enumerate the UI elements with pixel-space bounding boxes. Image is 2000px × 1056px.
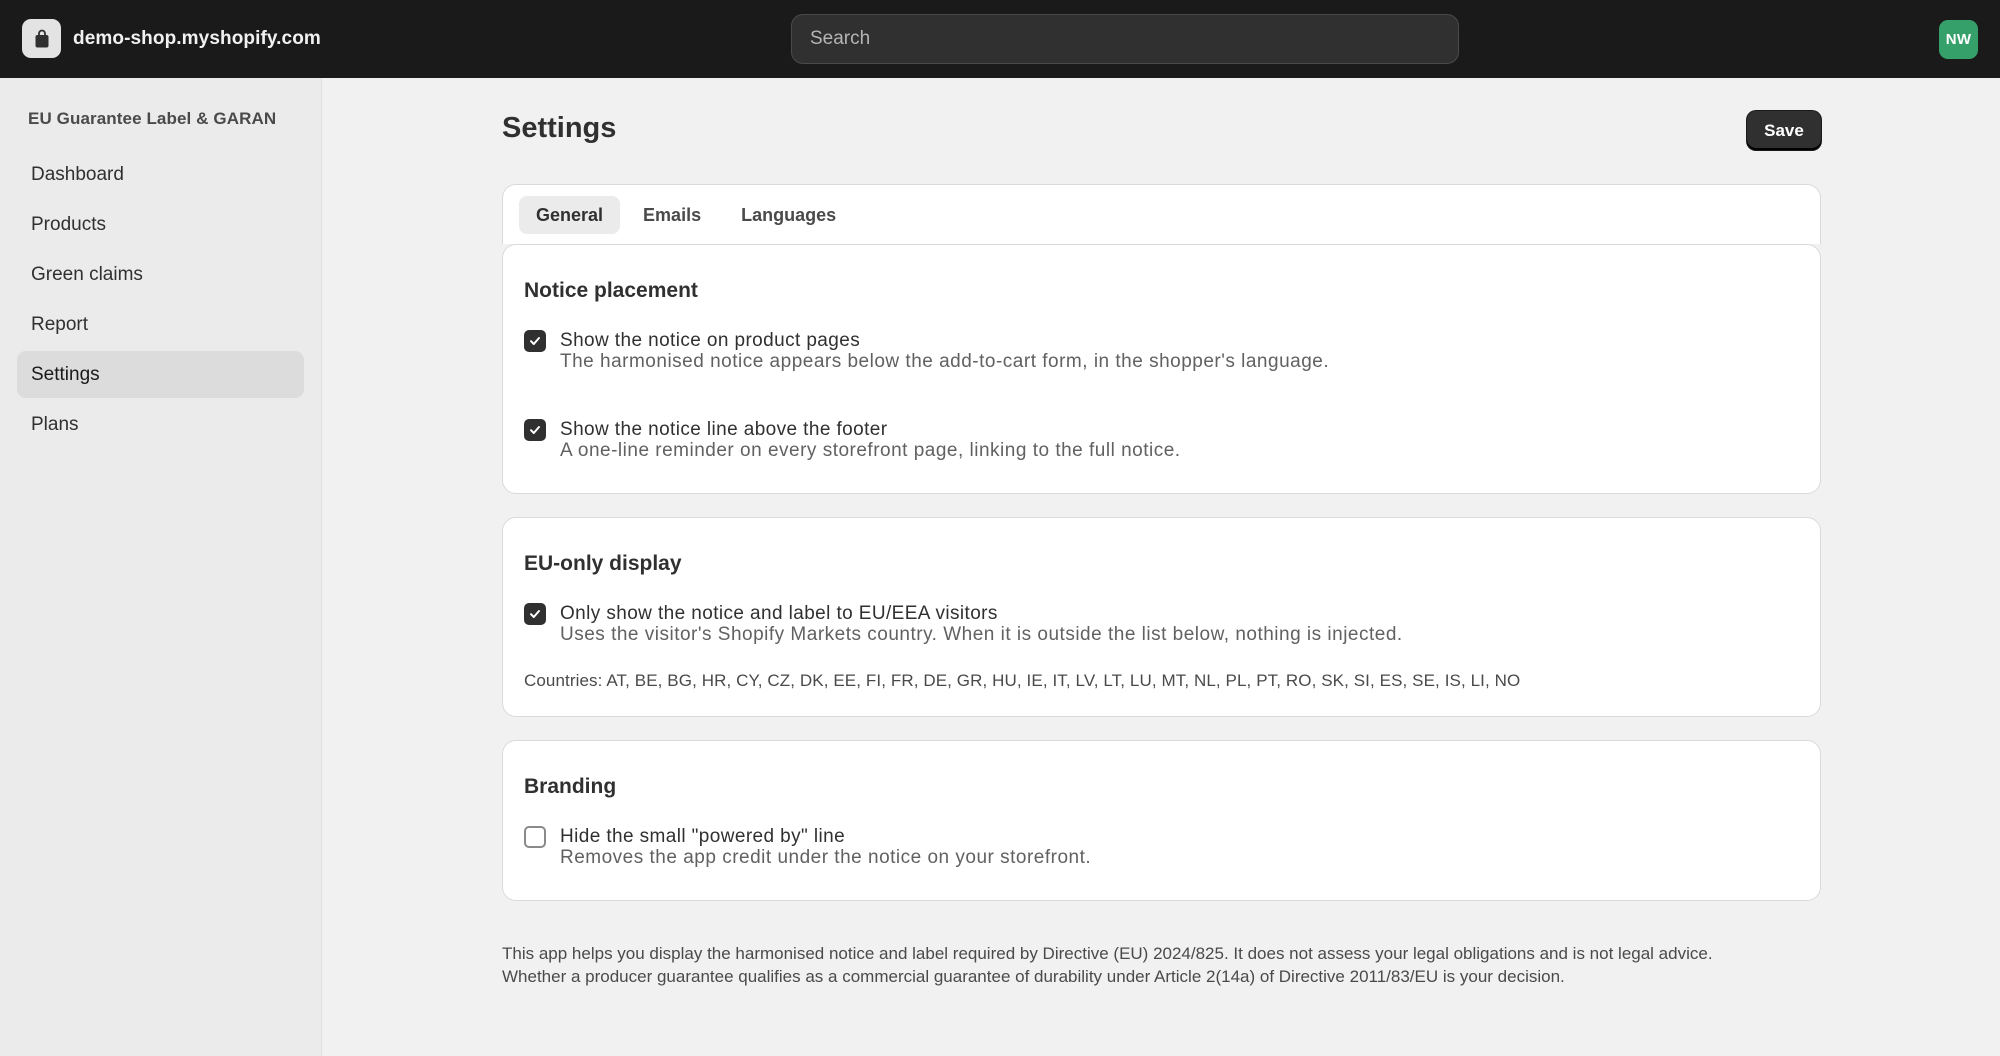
legal-disclaimer: This app helps you display the harmonise… — [502, 942, 1842, 988]
shopping-bag-icon — [22, 19, 61, 58]
tab-emails[interactable]: Emails — [626, 196, 718, 234]
section-title: Notice placement — [524, 279, 698, 302]
save-button[interactable]: Save — [1747, 111, 1821, 150]
option-row[interactable]: Show the notice line above the footer — [524, 419, 887, 441]
option-label: Show the notice line above the footer — [560, 419, 888, 440]
section-title: EU-only display — [524, 552, 682, 575]
store-switcher[interactable]: demo-shop.myshopify.com — [22, 19, 321, 58]
search-bar[interactable] — [791, 14, 1459, 64]
option-label: Hide the small "powered by" line — [560, 826, 846, 847]
disclaimer-line: Whether a producer guarantee qualifies a… — [502, 967, 1565, 986]
sidebar-item-label: Plans — [31, 413, 79, 435]
option-label: Show the notice on product pages — [560, 330, 861, 351]
notice-placement-card: Notice placement Show the notice on prod… — [502, 244, 1821, 494]
sidebar-item-label: Green claims — [31, 263, 143, 285]
page-title: Settings — [502, 112, 617, 144]
sidebar-nav: Dashboard Products Green claims Report S… — [17, 151, 304, 451]
sidebar-item-dashboard[interactable]: Dashboard — [17, 151, 304, 198]
sidebar-item-green-claims[interactable]: Green claims — [17, 251, 304, 298]
tab-languages[interactable]: Languages — [724, 196, 853, 234]
tab-bar: General Emails Languages — [519, 196, 859, 234]
checkmark-icon — [530, 610, 540, 618]
checkbox-unchecked[interactable] — [524, 826, 546, 848]
option-row[interactable]: Only show the notice and label to EU/EEA… — [524, 603, 998, 625]
search-input[interactable] — [810, 28, 1458, 50]
avatar[interactable]: NW — [1939, 20, 1978, 59]
checkbox-checked[interactable] — [524, 419, 546, 441]
sidebar-item-plans[interactable]: Plans — [17, 401, 304, 448]
sidebar-item-label: Settings — [31, 363, 100, 385]
top-bar: demo-shop.myshopify.com NW — [0, 0, 2000, 78]
checkmark-icon — [530, 337, 540, 345]
sidebar-item-label: Report — [31, 313, 89, 335]
option-row[interactable]: Hide the small "powered by" line — [524, 826, 845, 848]
option-label: Only show the notice and label to EU/EEA… — [560, 603, 998, 624]
section-title: Branding — [524, 775, 617, 798]
checkmark-icon — [530, 426, 540, 434]
store-name: demo-shop.myshopify.com — [73, 27, 321, 49]
countries-list: Countries: AT, BE, BG, HR, CY, CZ, DK, E… — [524, 671, 1521, 690]
sidebar-item-settings[interactable]: Settings — [17, 351, 304, 398]
sidebar-item-label: Products — [31, 213, 106, 235]
sidebar-item-products[interactable]: Products — [17, 201, 304, 248]
app-name: EU Guarantee Label & GARAN — [28, 109, 277, 128]
sidebar: EU Guarantee Label & GARAN Dashboard Pro… — [0, 78, 322, 1056]
checkbox-checked[interactable] — [524, 603, 546, 625]
option-help: Removes the app credit under the notice … — [560, 847, 1092, 868]
eu-only-card: EU-only display Only show the notice and… — [502, 517, 1821, 717]
option-help: The harmonised notice appears below the … — [560, 351, 1330, 372]
tab-general[interactable]: General — [519, 196, 621, 234]
sidebar-item-label: Dashboard — [31, 163, 124, 185]
option-help: A one-line reminder on every storefront … — [560, 440, 1181, 461]
disclaimer-line: This app helps you display the harmonise… — [502, 944, 1713, 963]
checkbox-checked[interactable] — [524, 330, 546, 352]
tabs-card: General Emails Languages — [502, 184, 1821, 244]
option-help: Uses the visitor's Shopify Markets count… — [560, 624, 1403, 645]
sidebar-item-report[interactable]: Report — [17, 301, 304, 348]
option-row[interactable]: Show the notice on product pages — [524, 330, 860, 352]
branding-card: Branding Hide the small "powered by" lin… — [502, 740, 1821, 901]
